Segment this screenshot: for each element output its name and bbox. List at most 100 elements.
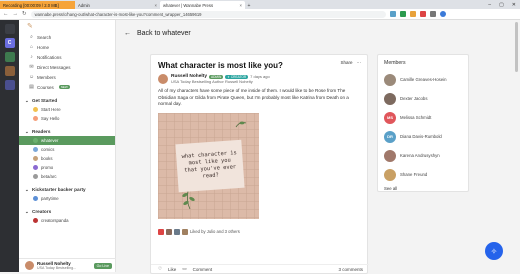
member-row[interactable]: Dexter Jacobs (384, 89, 462, 108)
app-dock: C (0, 20, 19, 272)
dock-app-icon[interactable] (4, 24, 15, 34)
channel-icon (33, 218, 38, 223)
back-arrow-icon[interactable]: ← (124, 30, 131, 37)
sidebar-item-notifications[interactable]: ♪ Notifications (19, 52, 115, 62)
sidebar-item-members[interactable]: ☺ Members (19, 72, 115, 82)
chat-fab-button[interactable]: ✧ (485, 242, 503, 260)
post-card: Share ⋯ What character is most like you?… (150, 54, 369, 274)
channel-whatever[interactable]: whatever (19, 136, 115, 145)
section-title: Get Started (31, 98, 58, 103)
community-logo[interactable]: ✎ (19, 20, 115, 32)
post-title: What character is most like you? (158, 61, 283, 70)
reload-icon[interactable]: ↻ (22, 11, 27, 17)
extension-icon[interactable] (389, 11, 396, 17)
forward-arrow-icon[interactable]: → (13, 11, 19, 17)
sidebar-item-direct-messages[interactable]: ✉ Direct Messages (19, 62, 115, 72)
like-icon[interactable]: ♡ (158, 266, 162, 272)
minimize-icon[interactable]: – (488, 2, 491, 8)
comment-icon[interactable]: ▭ (182, 266, 186, 272)
chevron-down-icon: ⌄ (25, 208, 29, 214)
tab-recording[interactable]: Recording [00:00:09 / 2.0 MB] (0, 1, 75, 9)
member-name: Melissa Schmidt (400, 115, 432, 120)
close-icon[interactable]: × (240, 3, 242, 8)
tab-whatever[interactable]: whatever | Wannabe Press × (160, 1, 245, 9)
channel-creatorspanda[interactable]: creatorspanda (19, 216, 115, 225)
current-user[interactable]: Russell Nohelty USA Today Bestselling...… (19, 258, 116, 272)
sidebar-item-label: Search (37, 34, 52, 40)
member-row[interactable]: MS Melissa Schmidt (384, 108, 462, 127)
member-name: Karena Andrusyshyn (400, 153, 440, 158)
go-live-button[interactable]: Go Live (93, 262, 112, 269)
profile-avatar[interactable] (439, 11, 446, 17)
member-name: Dexter Jacobs (400, 96, 428, 101)
section-title: Readers (31, 129, 51, 134)
channel-icon (33, 107, 38, 112)
sidebar-item-icon: ☺ (29, 74, 35, 80)
see-all-link[interactable]: See all (384, 186, 462, 191)
liker-avatar (182, 228, 188, 235)
channel-label: books (41, 156, 53, 161)
member-row[interactable]: Camille Greaves-Hosein (384, 70, 462, 89)
channel-label: creatorspanda (41, 218, 69, 223)
channel-label: partytime (41, 196, 59, 201)
dock-app-icon[interactable] (4, 52, 15, 62)
extension-icon[interactable] (429, 11, 436, 17)
maximize-icon[interactable]: ▢ (499, 2, 504, 8)
sidebar-item-courses[interactable]: ▤ Courses NEW (19, 82, 115, 92)
channel-label: promo (41, 165, 54, 170)
more-icon[interactable]: ⋯ (357, 60, 362, 66)
channel-label: beta/arc (41, 174, 57, 179)
extension-icon[interactable] (399, 11, 406, 17)
channel-promo[interactable]: promo (19, 163, 115, 172)
channel-Say-Hello[interactable]: Say Hello (19, 114, 115, 123)
post-body: All of my characters have some piece of … (158, 88, 349, 106)
sidebar-item-label: Courses (37, 84, 54, 90)
members-title: Members (384, 60, 406, 66)
member-row[interactable]: Shane Freund (384, 165, 462, 184)
post-author: Russell Nohelty ADMIN ✦ CREATOR 7 days a… (158, 74, 360, 84)
avatar (384, 92, 396, 105)
avatar[interactable] (158, 74, 168, 84)
sidebar-item-search[interactable]: ⌕ Search (19, 32, 115, 42)
section-title: Creators (31, 209, 52, 214)
sidebar-section-header[interactable]: ⌄ Get Started (19, 96, 115, 105)
member-name: Camille Greaves-Hosein (400, 77, 447, 82)
sidebar-section-header[interactable]: ⌄ Readers (19, 127, 115, 136)
url-field[interactable]: wannabe.press/c/hang-out/what-character-… (30, 10, 386, 18)
liked-by[interactable]: Liked by Julio and 3 others (158, 228, 360, 235)
sidebar-item-home[interactable]: ⌂ Home (19, 42, 115, 52)
comment-button[interactable]: Comment (193, 267, 213, 272)
dock-app-icon[interactable] (4, 66, 15, 76)
channel-icon (33, 156, 38, 161)
avatar: MS (384, 111, 396, 124)
dock-app-icon[interactable] (4, 80, 15, 90)
sidebar-section-header[interactable]: ⌄ Kickstarter backer party (19, 185, 115, 194)
comments-count[interactable]: 3 comments (338, 267, 363, 272)
scrollbar[interactable] (515, 22, 518, 72)
sidebar-item-label: Direct Messages (37, 64, 71, 70)
section-title: Kickstarter backer party (31, 187, 86, 192)
channel-books[interactable]: books (19, 154, 115, 163)
member-row[interactable]: Karena Andrusyshyn (384, 146, 462, 165)
extension-icon[interactable] (409, 11, 416, 17)
channel-comics[interactable]: comics (19, 145, 115, 154)
sidebar-section-header[interactable]: ⌄ Creators (19, 207, 115, 216)
back-arrow-icon[interactable]: ← (3, 11, 9, 17)
share-button[interactable]: Share (340, 60, 352, 66)
tab-admin[interactable]: Admin × (75, 1, 160, 9)
dock-app-icon[interactable]: C (4, 38, 15, 48)
channel-icon (33, 165, 38, 170)
like-button[interactable]: Like (168, 267, 176, 272)
back-link[interactable]: Back to whatever (137, 30, 191, 37)
close-window-icon[interactable]: ✕ (512, 2, 516, 8)
close-icon[interactable]: × (155, 3, 157, 8)
channel-Start-Here[interactable]: Start Here (19, 105, 115, 114)
user-subtitle: USA Today Bestselling... (37, 266, 77, 270)
post-image[interactable]: what character is most like you that you… (158, 112, 259, 219)
channel-beta-arc[interactable]: beta/arc (19, 172, 115, 181)
sidebar-item-icon: ▤ (29, 84, 34, 90)
channel-partytime[interactable]: partytime (19, 194, 115, 203)
member-row[interactable]: DR Diana Davis-Rumbold (384, 127, 462, 146)
extension-icon[interactable] (419, 11, 426, 17)
chevron-down-icon: ⌄ (25, 128, 29, 134)
